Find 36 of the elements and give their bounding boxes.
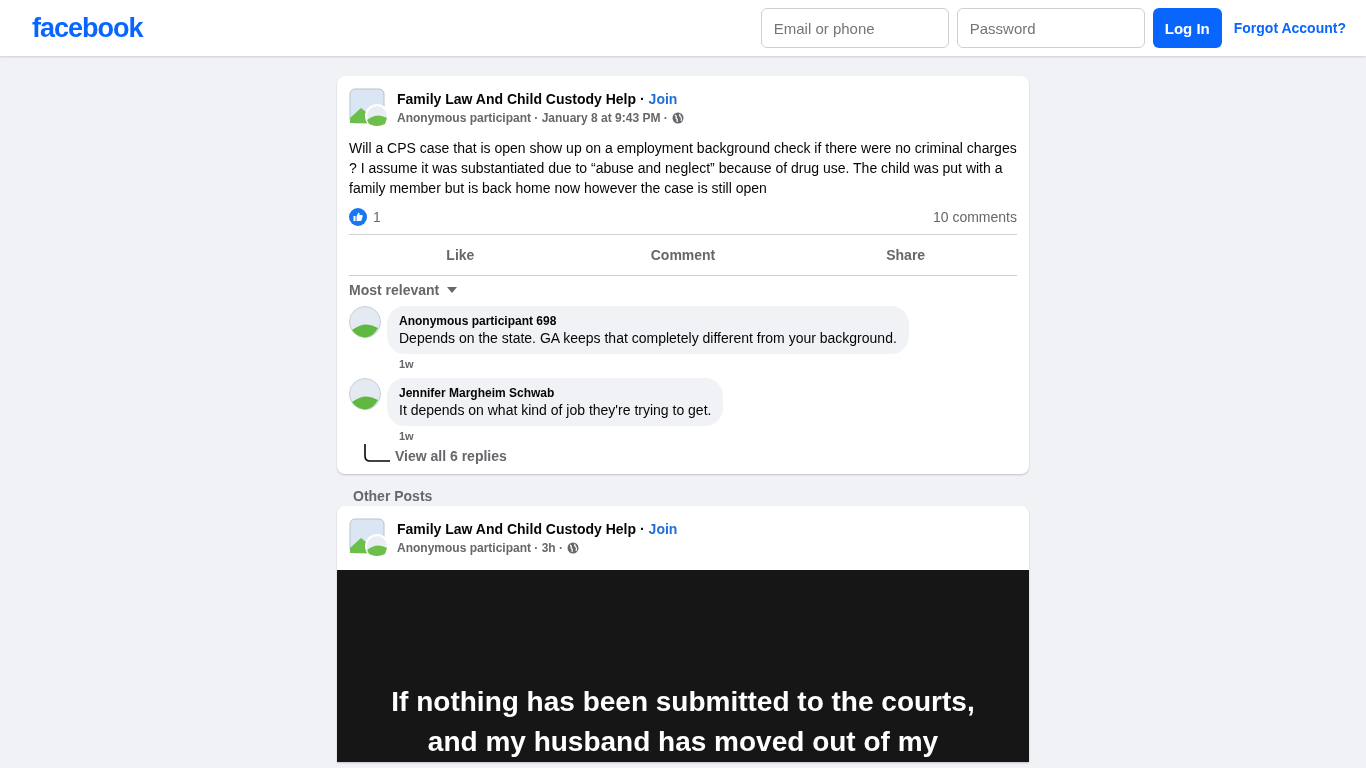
post-meta: Anonymous participant · 3h ·	[397, 541, 563, 555]
login-button[interactable]: Log In	[1152, 8, 1222, 48]
avatar-icon	[349, 306, 381, 338]
join-link[interactable]: Join	[648, 91, 678, 107]
comment-count[interactable]: 10 comments	[932, 209, 1017, 225]
reply-connector-icon	[363, 444, 391, 464]
forgot-account-link[interactable]: Forgot Account?	[1233, 20, 1346, 36]
comment-time[interactable]: 1w	[399, 430, 724, 442]
group-name[interactable]: Family Law And Child Custody Help ·	[397, 521, 645, 537]
post-text: Will a CPS case that is open show up on a employment background check if there were no criminal charges ? I assume it was substantiated due to “abuse and neglect” because of drug use. The child was put with a family member but is back home now however the case is still open	[349, 139, 1017, 198]
avatar-icon	[349, 378, 381, 410]
post-action-button[interactable]: Comment	[571, 237, 795, 273]
sort-dropdown[interactable]: Most relevant	[349, 282, 458, 298]
like-reaction-icon	[349, 208, 367, 226]
facebook-logo[interactable]: facebook	[32, 12, 143, 44]
post-action-button[interactable]: Like	[349, 237, 572, 273]
view-replies-link[interactable]: View all 6 replies	[395, 448, 507, 464]
comment-text: It depends on what kind of job they're trying to get.	[399, 402, 712, 418]
password-field[interactable]: Password	[956, 8, 1145, 48]
comment-author[interactable]: Anonymous participant 698	[399, 314, 897, 328]
globe-icon	[671, 112, 684, 124]
section-heading: Other Posts	[353, 488, 434, 504]
group-name[interactable]: Family Law And Child Custody Help ·	[397, 91, 645, 107]
join-link[interactable]: Join	[648, 521, 678, 537]
post-meta: Anonymous participant · January 8 at 9:43 PM ·	[397, 111, 668, 125]
post-text: If nothing has been submitted to the courts, and my husband has moved out of my	[390, 685, 976, 759]
comment-author[interactable]: Jennifer Margheim Schwab	[399, 386, 712, 400]
post-action-button[interactable]: Share	[794, 237, 1017, 273]
group-avatar-icon	[349, 88, 389, 128]
comment-time[interactable]: 1w	[399, 358, 909, 370]
comment-text: Depends on the state. GA keeps that completely different from your background.	[399, 330, 897, 346]
globe-icon	[567, 542, 579, 554]
caret-icon	[447, 287, 458, 293]
group-avatar-icon	[349, 518, 389, 558]
email-field[interactable]: Email or phone	[760, 8, 949, 48]
like-count: 1	[373, 209, 381, 225]
